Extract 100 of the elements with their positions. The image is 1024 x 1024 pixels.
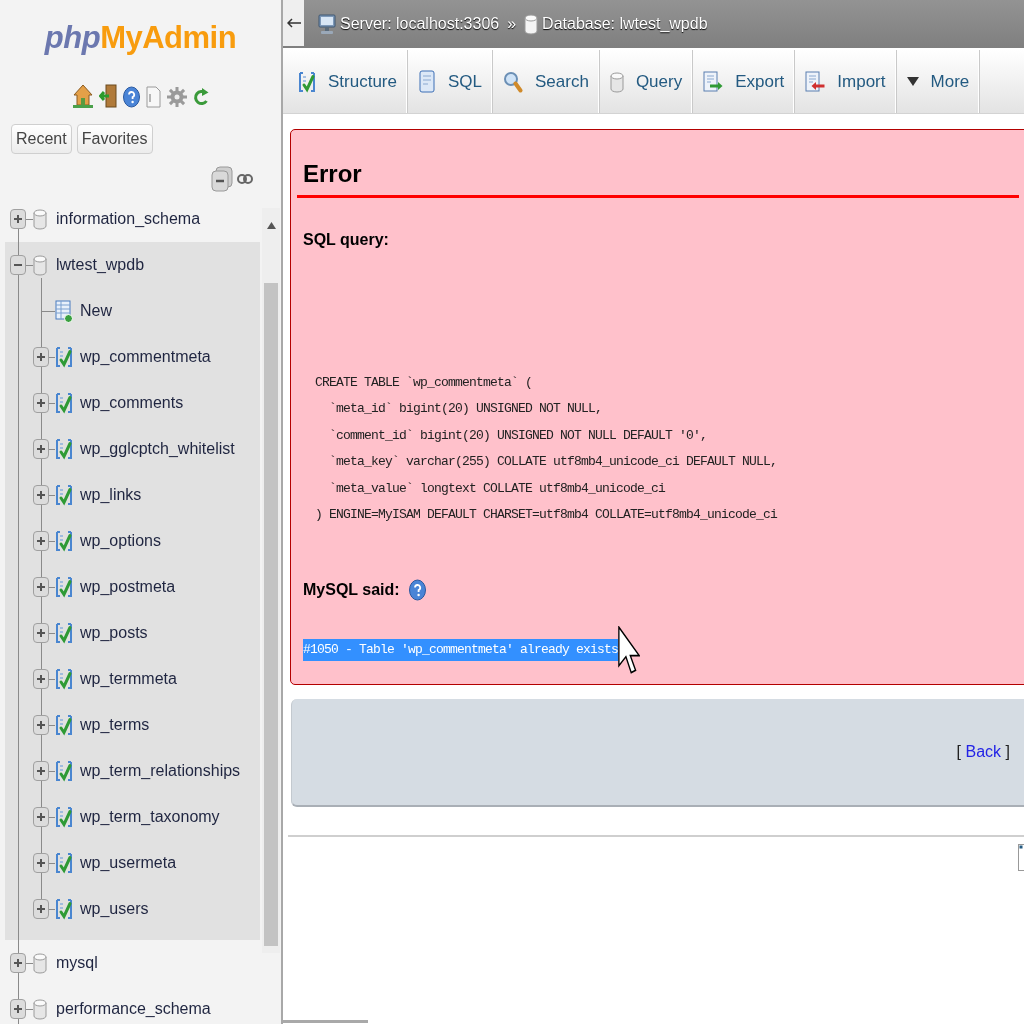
table-link[interactable]: wp_links (80, 485, 142, 505)
back-link[interactable]: [ Back ] (956, 743, 1010, 762)
horizontal-scrollbar-thumb[interactable] (283, 1020, 368, 1023)
table-icon (55, 898, 73, 920)
expand-icon[interactable] (33, 899, 49, 919)
collapse-icon[interactable] (10, 255, 26, 275)
database-icon (33, 952, 47, 974)
expand-icon[interactable] (33, 807, 49, 827)
back-button[interactable] (283, 0, 304, 46)
breadcrumb-link[interactable]: Server: localhost:3306 (340, 15, 500, 33)
database-link[interactable]: performance_schema (56, 999, 211, 1019)
table-link[interactable]: wp_commentmeta (80, 347, 211, 367)
table-link[interactable]: wp_options (80, 531, 161, 551)
database-link[interactable]: information_schema (56, 209, 201, 229)
database-icon (524, 13, 539, 35)
expand-icon[interactable] (10, 209, 26, 229)
table-icon (298, 70, 316, 93)
table-icon (55, 852, 73, 874)
error-title: Error (303, 159, 363, 189)
tab[interactable]: Export (693, 50, 796, 113)
database-link[interactable]: mysql (56, 953, 98, 973)
mysql-said-label: MySQL said: (303, 581, 400, 600)
sql-code-line: CREATE TABLE `wp_commentmeta` ( (315, 374, 534, 392)
database-link[interactable]: lwtest_wpdb (56, 255, 145, 275)
sidebar-button[interactable]: Recent (11, 124, 72, 154)
page-icon (418, 69, 436, 94)
expand-icon[interactable] (33, 531, 49, 551)
table-icon (55, 530, 73, 552)
breadcrumb-separator: » (507, 15, 517, 33)
breadcrumb-link[interactable]: Database: lwtest_wpdb (542, 15, 708, 33)
server-icon (318, 13, 336, 35)
scrollbar-thumb[interactable] (264, 283, 278, 946)
table-link[interactable]: wp_term_relationships (80, 761, 241, 781)
table-link[interactable]: wp_postmeta (80, 577, 176, 597)
tab[interactable]: Structure (288, 50, 408, 113)
tab[interactable]: Import (795, 50, 897, 113)
expand-icon[interactable] (33, 577, 49, 597)
scroll-up-icon[interactable] (266, 222, 276, 229)
expand-icon[interactable] (33, 393, 49, 413)
expand-icon[interactable] (33, 853, 49, 873)
reload-icon[interactable] (192, 86, 209, 108)
scrollbar[interactable] (262, 208, 280, 953)
table-link[interactable]: wp_comments (80, 393, 184, 413)
sql-query-label: SQL query: (303, 230, 390, 250)
expand-icon[interactable] (33, 761, 49, 781)
table-icon (55, 576, 73, 598)
help-icon[interactable] (408, 579, 426, 602)
expand-icon[interactable] (33, 439, 49, 459)
search-icon (503, 70, 523, 93)
app-logo[interactable]: phpMyAdmin (44, 16, 237, 60)
expand-icon[interactable] (33, 715, 49, 735)
door-icon[interactable] (98, 84, 117, 108)
tab[interactable]: More (896, 50, 981, 113)
expand-icon[interactable] (33, 485, 49, 505)
table-icon (55, 438, 73, 460)
table-link[interactable]: wp_posts (80, 623, 148, 643)
new-table-link[interactable]: New (80, 301, 112, 321)
database-icon (33, 998, 47, 1020)
expand-icon[interactable] (10, 953, 26, 973)
database-icon (609, 70, 624, 93)
tab[interactable]: Search (493, 50, 600, 113)
left-arrow-icon (286, 18, 301, 28)
table-icon (55, 346, 73, 368)
sql-code-line: `meta_id` bigint(20) UNSIGNED NOT NULL, (328, 400, 604, 419)
table-icon (55, 622, 73, 644)
sql-code-line: `meta_value` longtext COLLATE utf8mb4_unicode_ci (328, 479, 667, 498)
table-icon (55, 760, 73, 782)
database-icon (33, 208, 47, 230)
expand-icon[interactable] (33, 669, 49, 689)
error-message: #1050 - Table 'wp_commentmeta' already exists (303, 639, 619, 662)
sidebar-button[interactable]: Favorites (76, 124, 153, 154)
sql-code-line: `comment_id` bigint(20) UNSIGNED NOT NULL DEFAULT '0', (328, 426, 709, 445)
tab[interactable]: Query (599, 50, 694, 113)
link-icon[interactable] (237, 173, 253, 185)
table-icon (55, 392, 73, 414)
sql-code-line: ) ENGINE=MyISAM DEFAULT CHARSET=utf8mb4 COLLATE=utf8mb4_unicode_ci (315, 506, 779, 525)
expand-icon[interactable] (33, 623, 49, 643)
caret-icon (906, 77, 919, 86)
table-link[interactable]: wp_termmeta (80, 669, 177, 689)
table-link[interactable]: wp_term_taxonomy (80, 807, 220, 827)
table-icon (55, 668, 73, 690)
table-icon (55, 714, 73, 736)
database-icon (33, 254, 47, 276)
tab[interactable]: SQL (408, 50, 493, 113)
collapse-all-icon[interactable] (211, 166, 233, 192)
page-icon[interactable] (1018, 844, 1024, 872)
expand-icon[interactable] (10, 999, 26, 1019)
export-icon (703, 70, 724, 93)
table-link[interactable]: wp_terms (80, 715, 150, 735)
table-icon (55, 484, 73, 506)
home-icon[interactable] (72, 84, 93, 108)
sql-code-line: `meta_key` varchar(255) COLLATE utf8mb4_unicode_ci DEFAULT NULL, (328, 453, 779, 472)
table-icon (55, 806, 73, 828)
table-link[interactable]: wp_gglcptch_whitelist (80, 439, 235, 459)
help-icon[interactable] (122, 86, 140, 108)
new-table-icon (55, 299, 73, 323)
import-icon (805, 70, 826, 93)
table-link[interactable]: wp_users (80, 899, 149, 919)
table-link[interactable]: wp_usermeta (80, 853, 177, 873)
expand-icon[interactable] (33, 347, 49, 367)
